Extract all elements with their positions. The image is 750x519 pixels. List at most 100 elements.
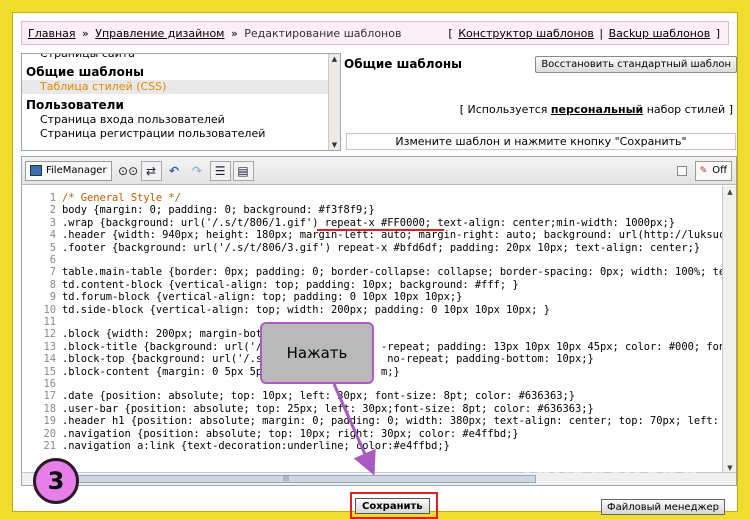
toolbar-checkbox[interactable] [676,165,687,176]
code-line[interactable]: 2 body {margin: 0; padding: 0; background… [22,204,375,217]
bracket-close: ] [715,26,720,40]
code-line[interactable]: 4 .header {width: 940px; height: 180px; m… [22,229,722,242]
line-number: 2 [49,204,56,217]
line-number: 11 [43,316,56,328]
code-editor[interactable]: FileManager ⊙⊙ ⇄ ↶ ↷ ☰ ▤ ✎ Off 1 /* Gener… [21,156,737,486]
note-prefix: [ Используется [459,103,551,116]
code-line[interactable]: 12 .block {width: 200px; margin-bott [22,328,268,341]
line-number: 9 [49,291,56,304]
code-text: .block-title {background: url('/ -repeat… [62,340,722,353]
line-number: 17 [43,390,56,403]
breadcrumb: Главная » Управление дизайном » Редактир… [21,21,729,45]
restore-default-button[interactable]: Восстановить стандартный шаблон [535,56,737,73]
tree-group-general: Общие шаблоны [26,65,144,79]
tree-scrollbar[interactable]: ▲ ▼ [328,54,340,150]
breadcrumb-home-link[interactable]: Главная [28,27,76,40]
callout-press: Нажать [260,322,374,384]
note-suffix: набор стилей ] [643,103,733,116]
code-line[interactable]: 7 table.main-table {border: 0px; padding:… [22,266,722,279]
tree-item-registration-page[interactable]: Страница регистрации пользователей [22,127,340,141]
code-line[interactable]: 9 td.forum-block {vertical-align: top; pa… [22,291,463,304]
filemanager-label: FileManager [46,165,107,176]
editor-toolbar: FileManager ⊙⊙ ⇄ ↶ ↷ ☰ ▤ ✎ Off [22,157,736,185]
file-manager-button[interactable]: Файловый менеджер [600,499,725,515]
watermark: luksucheba [524,450,701,480]
code-line[interactable]: 11 [22,316,62,329]
line-number: 16 [43,378,56,390]
save-highlight-frame [350,492,438,519]
code-line[interactable]: 20 .navigation {position: absolute; top: … [22,427,519,441]
line-number: 19 [43,415,56,428]
link-divider: | [599,26,604,40]
code-text: td.forum-block {vertical-align: top; pad… [62,291,463,304]
cms-window: Главная » Управление дизайном » Редактир… [12,12,738,519]
editor-vertical-scrollbar[interactable]: ▲ ▼ [722,186,736,474]
template-constructor-link[interactable]: Конструктор шаблонов [458,27,594,40]
line-number: 4 [49,229,56,242]
line-numbers-icon[interactable]: ☰ [209,160,231,181]
syntax-off-button[interactable]: ✎ Off [694,160,732,181]
code-line[interactable]: 18 .user-bar {position: absolute; top: 25… [22,402,594,416]
code-text: .block {width: 200px; margin-bott [62,328,269,341]
code-line[interactable]: 19 .header h1 {position: absolute; margin… [22,415,722,428]
filemanager-toolbar-button[interactable]: FileManager [25,160,112,181]
replace-icon[interactable]: ⇄ [140,160,162,181]
line-number: 10 [43,303,56,316]
code-line[interactable]: 1 /* General Style */ [22,192,181,205]
red-underline-annotation [317,228,444,231]
line-number: 12 [43,328,56,341]
scroll-up-icon[interactable]: ▲ [724,186,736,198]
code-line[interactable]: 17 .date {position: absolute; top: 10px; … [22,390,574,403]
panel-title: Общие шаблоны [344,57,462,71]
undo-icon[interactable]: ↶ [164,161,185,181]
top-links: [ Конструктор шаблонов | Backup шаблонов… [446,27,722,40]
code-line[interactable]: 16 [22,378,62,391]
line-number: 7 [49,266,56,279]
breadcrumb-current: Редактирование шаблонов [244,26,402,40]
breadcrumb-separator: » [230,26,238,40]
scrollbar-thumb[interactable]: ||| [36,475,536,483]
template-tree[interactable]: Страницы сайта Общие шаблоны Таблица сти… [21,53,341,151]
tree-item-site-pages[interactable]: Страницы сайта [22,54,340,61]
code-line[interactable]: 8 td.content-block {vertical-align: top; … [22,279,519,292]
code-text: .user-bar {position: absolute; top: 25px… [62,402,594,415]
bracket-open: [ [448,26,453,40]
edit-hint: Измените шаблон и нажмите кнопку "Сохран… [346,133,736,150]
breadcrumb-design-link[interactable]: Управление дизайном [95,27,224,40]
code-text: td.content-block {vertical-align: top; p… [62,278,519,291]
code-text: .navigation {position: absolute; top: 10… [62,427,519,440]
template-info-panel: Общие шаблоны Восстановить стандартный ш… [344,53,737,151]
code-line[interactable]: 5 .footer {background: url('/.s/t/806/3.g… [22,242,700,255]
syntax-toggle-icon: ✎ [699,165,708,176]
line-number: 6 [49,254,56,266]
line-number: 15 [43,365,56,378]
code-text: .wrap {background: url('/.s/t/806/1.gif'… [62,216,676,229]
scroll-up-icon[interactable]: ▲ [329,54,340,64]
code-text: table.main-table {border: 0px; padding: … [62,266,722,279]
step-number-badge: 3 [33,458,79,504]
template-backup-link[interactable]: Backup шаблонов [609,27,711,40]
highlight-icon[interactable]: ▤ [232,160,254,181]
redo-icon[interactable]: ↷ [187,161,208,181]
code-text: .header h1 {position: absolute; margin: … [62,415,722,428]
code-text: body {margin: 0; padding: 0; background:… [62,204,375,217]
scroll-down-icon[interactable]: ▼ [329,140,340,150]
line-number: 14 [43,353,56,366]
code-line[interactable]: 10 td.side-block {vertical-align: top; wi… [22,303,550,317]
line-number: 3 [49,216,56,229]
tree-group-users: Пользователи [26,98,124,112]
note-personal: персональный [550,103,644,116]
code-text: .header {width: 940px; height: 180px; ma… [62,229,722,242]
breadcrumb-separator: » [82,26,89,40]
code-text: td.side-block {vertical-align: top; widt… [62,303,550,316]
tree-item-login-page[interactable]: Страница входа пользователей [22,113,340,127]
code-line[interactable]: 21 .navigation a:link {text-decoration:un… [22,440,449,453]
tree-item-css[interactable]: Таблица стилей (CSS) [22,80,340,94]
style-set-note: [ Используется персональный набор стилей… [460,103,733,116]
code-line[interactable]: 6 [22,254,62,267]
filemanager-icon [30,165,42,176]
line-number: 8 [49,278,56,291]
line-number: 5 [49,241,56,254]
binoculars-icon[interactable]: ⊙⊙ [118,161,139,181]
line-number: 13 [43,340,56,353]
